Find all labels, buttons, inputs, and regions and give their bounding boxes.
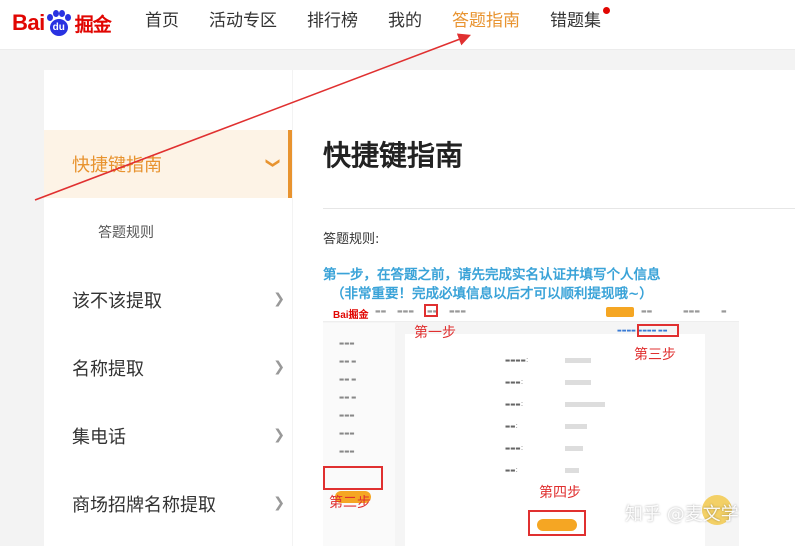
chevron-right-icon: ❯ [273,291,285,307]
nav-item-wrong-questions-label: 错题集 [550,11,601,31]
sidebar-item-label: 集电话 [72,427,126,448]
screenshot-nav-placeholder: ▬▬ [375,308,387,315]
title-divider [323,208,795,209]
logo-text-du: du [49,19,68,36]
nav-item-home[interactable]: 首页 [145,0,179,50]
step-two-highlight-box [323,466,383,490]
baidu-jue-logo[interactable]: Bai du 掘金 [12,6,112,40]
screenshot-field-value [565,358,591,363]
sidebar-item-shortcut-guide[interactable]: 快捷键指南 ❯ [44,130,292,198]
screenshot-user-placeholder: ▬▬ [641,308,653,315]
main-content: 快捷键指南 答题规则: 第一步，在答题之前，请先完成实名认证并填写个人信息 （非… [293,70,795,546]
screenshot-topbar: Bai掘金 ▬▬ ▬▬▬ ▬▬ ▬▬▬ ▬▬ ▬▬▬ ▬ [323,304,739,322]
sidebar-item-label: 快捷键指南 [72,155,162,176]
sidebar-subitem-label: 答题规则 [98,225,154,241]
nav-item-mine[interactable]: 我的 [388,0,422,50]
page-title: 快捷键指南 [323,139,464,172]
screenshot-field-label: ▬▬： [505,468,521,474]
screenshot-nav-placeholder: ▬▬▬ [397,308,415,315]
nav-item-leaderboard[interactable]: 排行榜 [307,0,358,50]
step-four-label: 第四步 [539,485,581,501]
sidebar-item-label: 名称提取 [72,359,144,380]
main-nav: 首页 活动专区 排行榜 我的 答题指南 错题集 [145,0,631,50]
screenshot-sidebar-placeholder: ▬▬▬ [339,431,355,437]
logo-text-jue: 掘金 [74,13,112,36]
screenshot-user-placeholder: ▬▬▬ [683,308,701,315]
screenshot-orange-button [606,307,634,317]
sidebar-subitem-answer-rules[interactable]: 答题规则 [44,202,292,262]
chevron-right-icon: ❯ [273,427,285,443]
logo-text-bai: Bai [12,10,45,35]
chevron-right-icon: ❯ [273,495,285,511]
sidebar-item-store-sign-extraction[interactable]: 商场招牌名称提取 ❯ [44,470,292,538]
sidebar-item-should-extract[interactable]: 该不该提取 ❯ [44,266,292,334]
sidebar-item-collect-phone[interactable]: 集电话 ❯ [44,402,292,470]
chevron-down-icon: ❯ [265,157,282,169]
screenshot-field-value [565,468,579,473]
screenshot-field-value [565,380,591,385]
screenshot-sidebar-placeholder: ▬▬ ▬ [339,395,357,401]
step-three-label: 第三步 [634,347,676,363]
screenshot-sidebar-placeholder: ▬▬ ▬ [339,359,357,365]
sidebar-item-label: 商场招牌名称提取 [72,495,216,516]
sidebar: 快捷键指南 ❯ 答题规则 该不该提取 ❯ 名称提取 ❯ 集电话 ❯ 商场招牌名称… [44,70,292,546]
screenshot-sidebar-placeholder: ▬▬ ▬ [339,377,357,383]
screenshot-field-value [565,424,587,429]
step-four-highlight-box [528,510,586,536]
sidebar-item-name-extraction[interactable]: 名称提取 ❯ [44,334,292,402]
screenshot-sidebar-placeholder: ▬▬▬ [339,413,355,419]
zhihu-watermark: 知乎 @麦文学 [625,504,739,525]
step-one-label: 第一步 [414,325,456,341]
screenshot-field-label: ▬▬▬▬： [505,358,532,364]
screenshot-field-value [565,402,605,407]
nav-item-wrong-questions[interactable]: 错题集 [550,0,610,50]
chevron-right-icon: ❯ [273,359,285,375]
screenshot-sidebar-placeholder: ▬▬▬ [339,341,355,347]
top-navbar: Bai du 掘金 首页 活动专区 排行榜 我的 答题指南 错题集 [0,0,795,50]
screenshot-field-label: ▬▬： [505,424,521,430]
screenshot-logo: Bai掘金 [333,310,369,321]
step-three-highlight-box [637,324,679,337]
page-root: Bai du 掘金 首页 活动专区 排行榜 我的 答题指南 错题集 快捷键指南 [0,0,795,546]
screenshot-sidebar-placeholder: ▬▬▬ [339,449,355,455]
screenshot-field-value [565,446,583,451]
screenshot-field-label: ▬▬▬： [505,446,527,452]
screenshot-user-placeholder: ▬ [721,308,727,315]
step-one-instruction: 第一步，在答题之前，请先完成实名认证并填写个人信息 [323,267,661,283]
step-one-note: （非常重要！完成必填信息以后才可以顺利提现哦~） [331,286,653,302]
screenshot-field-label: ▬▬▬： [505,380,527,386]
nav-item-activities[interactable]: 活动专区 [209,0,277,50]
step-one-highlight-box [424,304,438,317]
notification-dot [603,7,610,14]
nav-item-answer-guide[interactable]: 答题指南 [452,0,520,50]
rules-label: 答题规则: [323,232,380,247]
paw-logo-icon: du [46,10,72,36]
screenshot-nav-placeholder: ▬▬▬ [449,308,467,315]
step-two-label: 第二步 [329,495,371,511]
screenshot-field-label: ▬▬▬： [505,402,527,408]
sidebar-item-label: 该不该提取 [72,291,162,312]
screenshot-sidebar: ▬▬▬ ▬▬ ▬ ▬▬ ▬ ▬▬ ▬ ▬▬▬ ▬▬▬ ▬▬▬ [323,323,395,546]
